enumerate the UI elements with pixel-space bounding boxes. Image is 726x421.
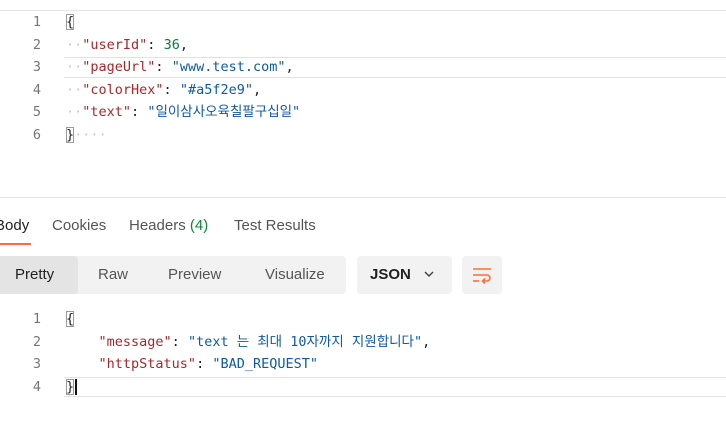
view-mode-pretty[interactable]: Pretty (15, 266, 54, 283)
format-select-value: JSON (370, 266, 411, 283)
json-separator: : (171, 333, 188, 350)
tab-test-results[interactable]: Test Results (234, 217, 316, 234)
json-comma: , (252, 81, 262, 98)
view-mode-preview[interactable]: Preview (168, 266, 221, 283)
json-comma: , (179, 36, 188, 53)
wrap-lines-button[interactable] (462, 256, 502, 294)
json-separator: : (147, 36, 164, 53)
json-separator: : (163, 81, 180, 98)
json-comma: , (285, 59, 294, 76)
code-line: 2 "message": "text 는 최대 10자까지 지원합니다", (0, 331, 726, 354)
code-line: 3 "httpStatus": "BAD_REQUEST" (0, 353, 726, 376)
json-key: "pageUrl" (82, 59, 156, 76)
code-line: 2 ··"userId": 36, (0, 34, 726, 57)
code-line: 6 }···· (0, 124, 726, 147)
json-separator: : (155, 59, 172, 76)
line-number: 4 (32, 81, 41, 98)
json-value: 36 (163, 36, 180, 53)
tab-body[interactable]: Body (0, 217, 29, 234)
code-line: 1 { (0, 11, 726, 34)
line-number: 5 (32, 104, 41, 121)
json-key: "userId" (82, 36, 148, 53)
line-number: 1 (32, 14, 41, 30)
line-number: 3 (32, 59, 41, 76)
json-value: "#a5f2e9" (179, 81, 253, 98)
tab-cookies[interactable]: Cookies (52, 217, 106, 234)
wrap-lines-icon (473, 268, 491, 284)
tab-headers-label: Headers (129, 217, 186, 234)
headers-count-badge: (4) (189, 217, 209, 234)
response-view-toolbar: Pretty Raw Preview Visualize JSON (0, 256, 726, 296)
request-body-editor[interactable]: 1 { 2 ··"userId": 36, 3 ··"pageUrl": "ww… (0, 11, 726, 147)
code-line: 5 ··"text": "일이삼사오육칠팔구십일" (0, 101, 726, 124)
json-key: "text" (82, 104, 132, 121)
code-line-active: 3 ··"pageUrl": "www.test.com", (0, 56, 726, 79)
json-key: "colorHex" (82, 81, 164, 98)
response-tabs: Body Cookies Headers (4) Test Results (0, 205, 726, 247)
close-brace: } (66, 378, 75, 395)
line-number: 6 (32, 126, 41, 143)
code-line: 4 ··"colorHex": "#a5f2e9", (0, 79, 726, 102)
line-number: 2 (32, 333, 41, 350)
line-number: 4 (32, 378, 41, 395)
json-comma: , (422, 333, 431, 350)
tab-body-underline (0, 243, 31, 245)
response-body-viewer[interactable]: 1 { 2 "message": "text 는 최대 10자까지 지원합니다"… (0, 308, 726, 398)
format-select[interactable]: JSON (357, 256, 452, 294)
open-brace: { (66, 14, 75, 30)
line-number: 1 (32, 311, 41, 327)
json-value: "text 는 최대 10자까지 지원합니다" (187, 333, 423, 350)
view-mode-visualize[interactable]: Visualize (265, 266, 325, 283)
json-separator: : (196, 356, 213, 373)
pane-divider[interactable] (0, 197, 726, 198)
tab-headers[interactable]: Headers (4) (129, 217, 208, 234)
json-value: "BAD_REQUEST" (212, 356, 318, 373)
code-line: 1 { (0, 308, 726, 331)
json-separator: : (131, 104, 148, 121)
json-value: "www.test.com" (171, 59, 286, 76)
chevron-down-icon (424, 271, 434, 278)
line-number: 2 (32, 36, 41, 53)
json-key: "message" (98, 333, 172, 350)
line-number: 3 (32, 356, 41, 373)
close-brace: } (66, 126, 75, 143)
json-value: "일이삼사오육칠팔구십일" (147, 104, 301, 121)
code-line-active: 4 } (0, 376, 726, 399)
view-mode-segmented-control: Pretty Raw Preview Visualize (0, 256, 346, 294)
open-brace: { (66, 311, 75, 327)
view-mode-raw[interactable]: Raw (98, 266, 128, 283)
json-key: "httpStatus" (98, 356, 197, 373)
text-cursor (75, 378, 77, 395)
